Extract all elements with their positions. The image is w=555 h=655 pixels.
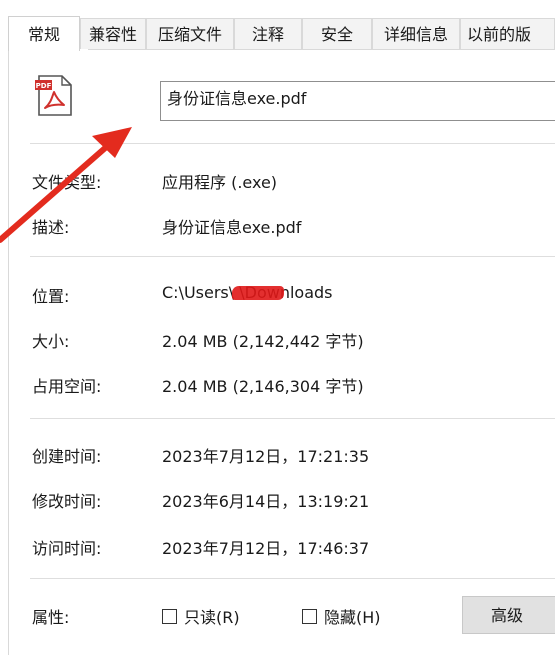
tab-previous-versions[interactable]: 以前的版	[460, 18, 555, 49]
hidden-checkbox-box[interactable]	[302, 608, 317, 624]
modified-value: 2023年6月14日，13:19:21	[162, 492, 370, 511]
pdf-file-icon: PDF	[34, 75, 74, 117]
modified-label: 修改时间:	[32, 492, 102, 511]
separator-1	[30, 143, 555, 144]
size-label: 大小:	[32, 332, 70, 351]
disk-size-label: 占用空间:	[32, 377, 102, 396]
created-label: 创建时间:	[32, 447, 102, 466]
tab-comments[interactable]: 注释	[234, 18, 302, 49]
accessed-value: 2023年7月12日，17:46:37	[162, 539, 370, 558]
tab-compatibility[interactable]: 兼容性	[80, 18, 146, 49]
created-value: 2023年7月12日，17:21:35	[162, 447, 370, 466]
file-name-input[interactable]	[160, 81, 555, 121]
location-label: 位置:	[32, 287, 70, 306]
readonly-checkbox-box[interactable]	[162, 608, 177, 624]
size-value: 2.04 MB (2,142,442 字节)	[162, 332, 364, 351]
file-type-label: 文件类型:	[32, 173, 102, 192]
advanced-button[interactable]: 高级	[462, 596, 555, 634]
separator-2	[30, 256, 555, 257]
tab-archive[interactable]: 压缩文件	[146, 18, 234, 49]
description-label: 描述:	[32, 218, 70, 237]
tab-details[interactable]: 详细信息	[372, 18, 460, 49]
attributes-label: 属性:	[32, 608, 70, 627]
tab-general[interactable]: 常规	[8, 16, 80, 51]
hidden-checkbox-label: 隐藏(H)	[324, 608, 381, 627]
redaction-mark	[232, 286, 284, 300]
separator-4	[30, 578, 555, 579]
description-value: 身份证信息exe.pdf	[162, 218, 302, 237]
hidden-checkbox[interactable]: 隐藏(H)	[302, 604, 381, 628]
disk-size-value: 2.04 MB (2,146,304 字节)	[162, 377, 364, 396]
accessed-label: 访问时间:	[32, 539, 102, 558]
tab-bar: 常规 兼容性 压缩文件 注释 安全 详细信息 以前的版	[8, 16, 555, 51]
tab-security[interactable]: 安全	[302, 18, 372, 49]
file-type-value: 应用程序 (.exe)	[162, 173, 278, 192]
readonly-checkbox[interactable]: 只读(R)	[162, 604, 240, 628]
panel-border	[8, 50, 555, 655]
separator-3	[30, 418, 555, 419]
readonly-checkbox-label: 只读(R)	[184, 608, 240, 627]
pdf-badge-text: PDF	[36, 82, 52, 90]
